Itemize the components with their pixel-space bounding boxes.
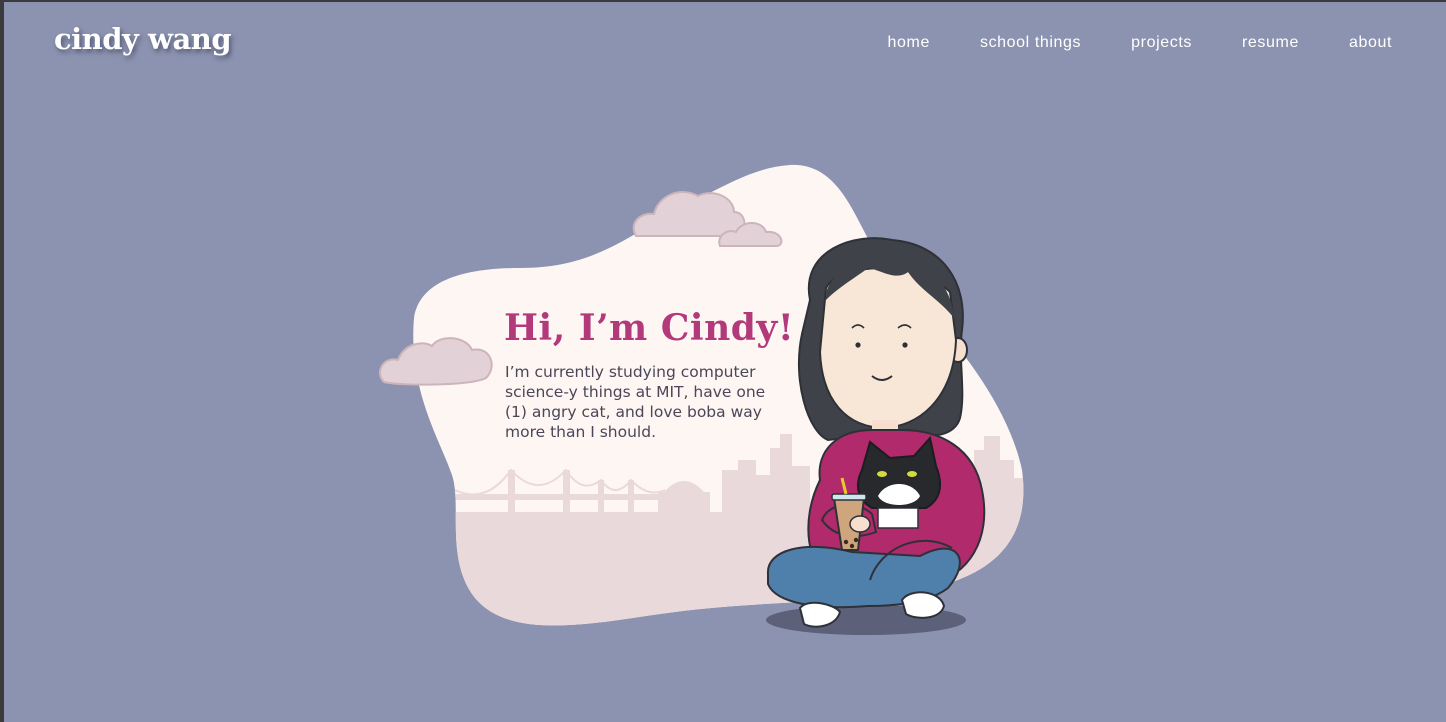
hero-title: Hi, I’m Cindy! (504, 307, 795, 349)
hero-illustration (379, 164, 1024, 635)
hero-description: I’m currently studying computer science-… (505, 363, 766, 441)
